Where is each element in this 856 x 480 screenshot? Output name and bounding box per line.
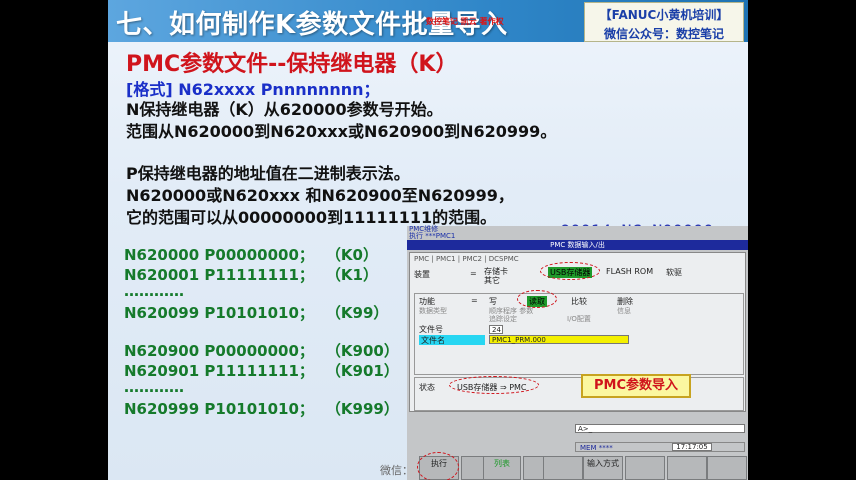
desc-line-1: N保持继电器（K）从620000参数号开始。: [126, 100, 443, 119]
k-row-p: P10101010；: [204, 400, 314, 418]
function-eq: =: [471, 296, 478, 305]
file-name-input[interactable]: PMC1_PRM.000: [489, 335, 629, 344]
k-row-k: （K900）: [325, 342, 399, 360]
cnc-io-panel: PMC | PMC1 | PMC2 | DCSPMC 装置 = 存储卡 其它 U…: [409, 252, 746, 412]
brand-line-2: 微信公众号：数控笔记: [603, 27, 724, 41]
desc-line-3: P保持继电器的地址值在二进制表示法。: [126, 164, 410, 183]
device-floppy[interactable]: 软驱: [666, 267, 682, 278]
clock: 17:17:05: [672, 443, 712, 451]
desc-line-5: 它的范围可以从00000000到11111111的范围。: [126, 208, 497, 227]
pmc-tabs[interactable]: PMC | PMC1 | PMC2 | DCSPMC: [414, 255, 519, 263]
k-row-n: N620000: [124, 246, 200, 264]
brand-line-1: 【FANUC小黄机培训】: [599, 8, 729, 22]
section-heading: PMC参数文件--保持继电器（K）: [126, 52, 458, 77]
k-row-p: P11111111；: [204, 362, 314, 380]
state-box: 状态 USB存储器 ⇒ PMC: [414, 376, 744, 411]
info-option[interactable]: 信息: [617, 306, 631, 316]
ellipsis-2: …………: [124, 378, 184, 396]
softkey-9[interactable]: [707, 456, 747, 480]
title-bar: 七、如何制作K参数文件批量导入 数控笔记 凯云 著作权 【FANUC小黄机培训】…: [108, 0, 748, 42]
k-row: N620000 P00000000； （K0）: [124, 244, 378, 265]
desc-line-2: 范围从N620000到N620xxx或N620900到N620999。: [126, 122, 557, 141]
device-label: 装置: [414, 270, 430, 279]
cnc-top-bar: PMC维修 执行 ***PMC1: [407, 225, 748, 240]
k-row-k: （K0）: [325, 246, 378, 264]
title-watermark: 数控笔记 凯云 著作权: [426, 17, 504, 26]
softkey-5[interactable]: [543, 456, 583, 480]
highlight-circle: [540, 262, 600, 280]
function-box: 功能 = 写 读取 比较 删除 数据类型 顺序程序 参数 信息 追踪设定 I/O…: [414, 290, 744, 375]
io-config-option[interactable]: I/O配置: [567, 314, 591, 324]
device-flash-rom[interactable]: FLASH ROM: [606, 267, 653, 276]
command-input[interactable]: A>_: [575, 424, 745, 433]
k-row-k: （K99）: [325, 304, 389, 322]
mem-status: MEM ****: [580, 444, 613, 452]
k-row: N620900 P00000000； （K900）: [124, 340, 399, 361]
function-compare[interactable]: 比较: [571, 296, 587, 307]
softkey-7[interactable]: [625, 456, 665, 480]
cnc-screen: PMC维修 执行 ***PMC1 PMC 数据输入/出 PMC | PMC1 |…: [407, 225, 748, 480]
device-eq: =: [470, 269, 477, 278]
softkey-input-mode[interactable]: 输入方式: [583, 456, 623, 480]
k-row-k: （K999）: [325, 400, 399, 418]
status-line: MEM **** 17:17:05: [575, 442, 745, 452]
device-other[interactable]: 其它: [484, 275, 500, 286]
k-row-n: N620099: [124, 304, 200, 322]
highlight-circle: [449, 376, 539, 394]
k-row-k: （K1）: [325, 266, 378, 284]
data-type-label: 数据类型: [419, 307, 447, 315]
k-row: N620999 P10101010； （K999）: [124, 398, 399, 419]
cnc-screen-title: PMC 数据输入/出: [407, 240, 748, 250]
k-row-p: P00000000；: [204, 342, 314, 360]
softkey-8[interactable]: [667, 456, 707, 480]
pmc-import-callout: PMC参数导入: [581, 374, 691, 398]
k-row-p: P10101010；: [204, 304, 314, 322]
ellipsis-1: …………: [124, 282, 184, 300]
state-label: 状态: [419, 383, 435, 392]
file-name-label: 文件名: [419, 335, 485, 345]
highlight-circle: [417, 452, 459, 480]
softkey-list[interactable]: 列表: [483, 456, 521, 480]
file-no-label: 文件号: [419, 325, 443, 334]
file-no-input[interactable]: 24: [489, 325, 503, 334]
k-row-k: （K901）: [325, 362, 399, 380]
desc-line-4: N620000或N620xxx 和N620900至N620999，: [126, 186, 514, 205]
k-row-p: P11111111；: [204, 266, 314, 284]
k-row-n: N620999: [124, 400, 200, 418]
trace-option[interactable]: 追踪设定: [489, 314, 517, 324]
softkey-bar: 执行 列表 输入方式: [407, 452, 748, 480]
k-row-n: N620900: [124, 342, 200, 360]
k-row-p: P00000000；: [204, 246, 314, 264]
brand-box: 【FANUC小黄机培训】 微信公众号：数控笔记: [584, 2, 744, 42]
k-row: N620099 P10101010； （K99）: [124, 302, 388, 323]
slide: 七、如何制作K参数文件批量导入 数控笔记 凯云 著作权 【FANUC小黄机培训】…: [108, 0, 748, 480]
